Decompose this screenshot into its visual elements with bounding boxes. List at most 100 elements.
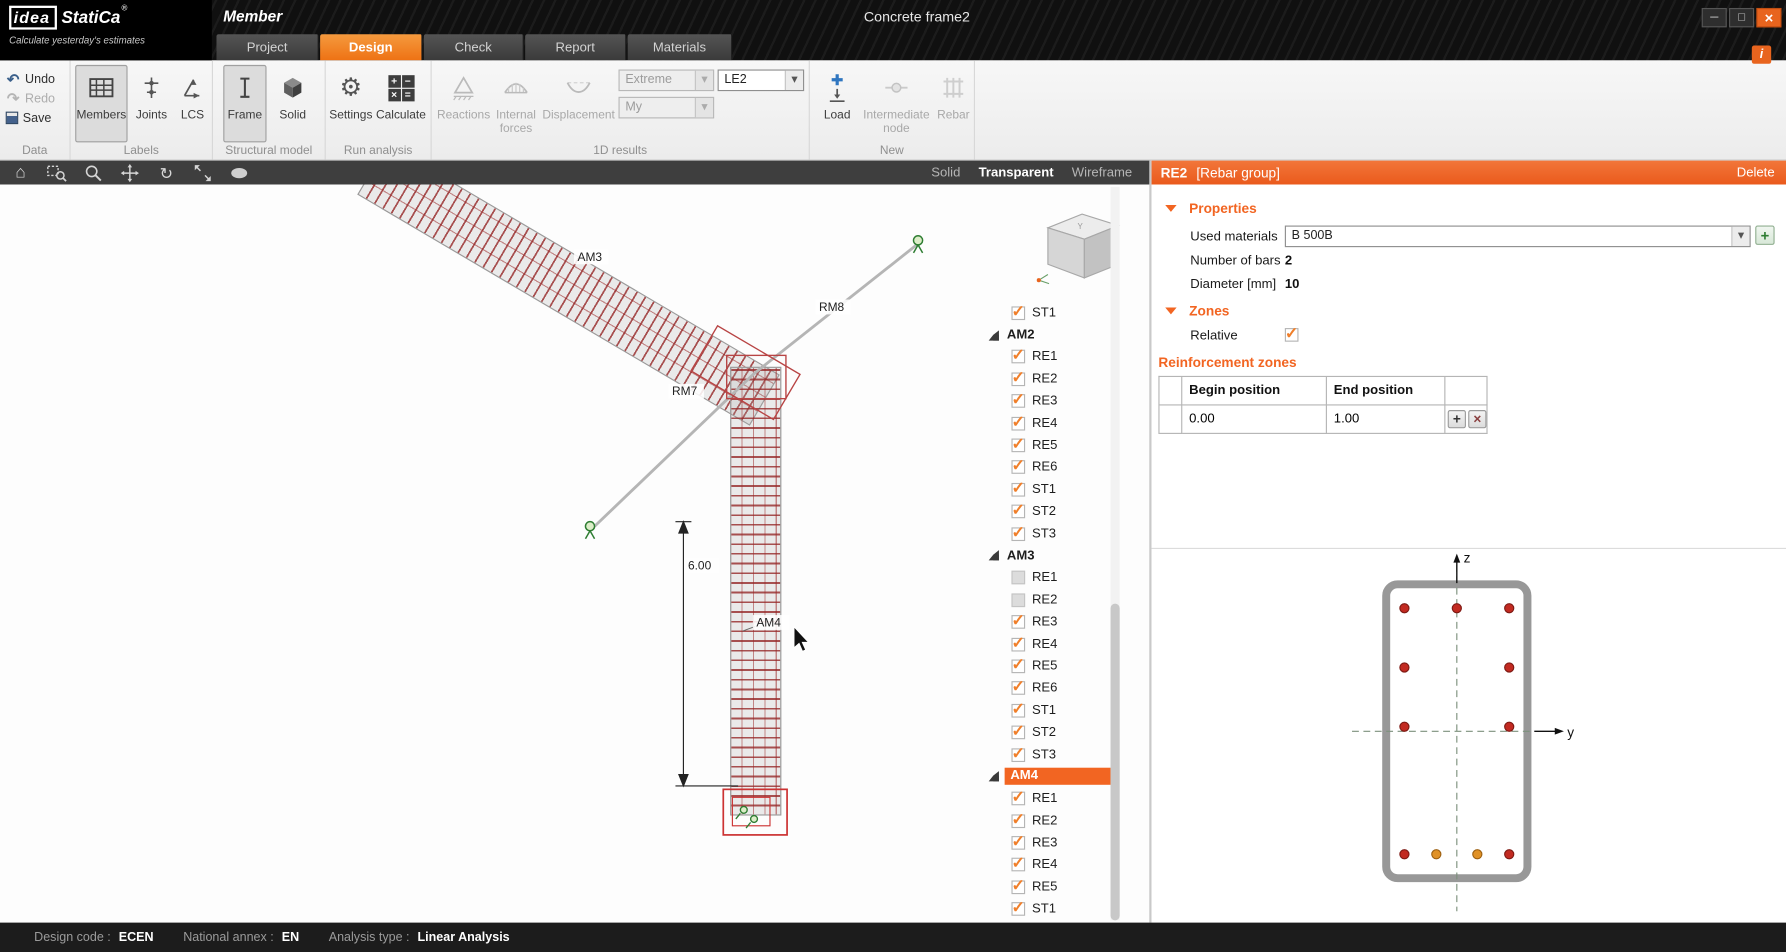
calculate-button[interactable]: Calculate	[375, 65, 427, 142]
maximize-button[interactable]: □	[1729, 8, 1754, 27]
checkbox[interactable]	[1011, 880, 1025, 894]
save-button[interactable]: Save	[6, 109, 52, 126]
collapse-icon[interactable]	[1165, 205, 1176, 212]
view-mode-transparent[interactable]: Transparent	[979, 166, 1054, 180]
checkbox[interactable]	[1011, 748, 1025, 762]
reactions-button[interactable]: Reactions	[439, 65, 489, 142]
tree-item-re5[interactable]: RE5	[982, 434, 1116, 456]
zoom-icon[interactable]	[82, 162, 105, 183]
intermediate-node-button[interactable]: Intermediate node	[860, 65, 933, 142]
load-case-select[interactable]: LE2	[718, 69, 805, 91]
load-button[interactable]: Load	[817, 65, 858, 142]
joints-button[interactable]: Joints	[130, 65, 173, 142]
checkbox[interactable]	[1011, 571, 1025, 585]
my-select[interactable]: My	[618, 97, 714, 119]
checkbox[interactable]	[1011, 483, 1025, 497]
tree-item-re6[interactable]: RE6	[982, 677, 1116, 699]
pan-icon[interactable]	[118, 162, 141, 183]
collapse-icon[interactable]	[1165, 308, 1176, 315]
tree-item-re2[interactable]: RE2	[982, 810, 1116, 832]
info-button[interactable]: i	[1752, 46, 1771, 64]
tree-item-re3[interactable]: RE3	[982, 390, 1116, 412]
checkbox[interactable]	[1011, 527, 1025, 541]
checkbox[interactable]	[1011, 792, 1025, 806]
properties-section-header[interactable]: Properties	[1165, 200, 1257, 216]
internal-forces-button[interactable]: Internal forces	[491, 65, 541, 142]
tree-item-st2[interactable]: ST2	[982, 501, 1116, 523]
tree-item-re4[interactable]: RE4	[982, 854, 1116, 876]
tree-item-re3[interactable]: RE3	[982, 611, 1116, 633]
tab-design[interactable]: Design	[320, 34, 423, 60]
tree-item-re6[interactable]: RE6	[982, 456, 1116, 478]
tree-item-re1[interactable]: RE1	[982, 567, 1116, 589]
tree-item-re5[interactable]: RE5	[982, 876, 1116, 898]
begin-position-cell[interactable]: 0.00	[1182, 405, 1327, 433]
zones-section-header[interactable]: Zones	[1165, 303, 1229, 319]
add-zone-button[interactable]	[1448, 410, 1466, 428]
tree-item-re4[interactable]: RE4	[982, 412, 1116, 434]
rebar-button[interactable]: Rebar	[935, 65, 971, 142]
checkbox[interactable]	[1011, 350, 1025, 364]
expander-icon[interactable]	[989, 330, 999, 340]
undo-button[interactable]: Undo	[6, 71, 55, 88]
checkbox[interactable]	[1011, 416, 1025, 430]
tree-group-am4[interactable]: AM4	[982, 766, 1116, 788]
remove-zone-button[interactable]	[1468, 410, 1486, 428]
used-materials-select[interactable]: B 500B	[1285, 226, 1751, 248]
view-mode-solid[interactable]: Solid	[931, 166, 960, 180]
frame-button[interactable]: Frame	[223, 65, 266, 142]
zoom-fit-icon[interactable]	[191, 162, 214, 183]
delete-button[interactable]: Delete	[1737, 166, 1775, 180]
model-viewport[interactable]: AM3 RM8 RM7 AM4 6.00 Y ST1AM2RE1RE2RE3RE…	[0, 185, 1150, 923]
tree-group-am2[interactable]: AM2	[982, 324, 1116, 346]
checkbox[interactable]	[1011, 615, 1025, 629]
settings-button[interactable]: Settings	[329, 65, 372, 142]
end-position-cell[interactable]: 1.00	[1327, 405, 1445, 433]
tree-item-re2[interactable]: RE2	[982, 589, 1116, 611]
members-button[interactable]: Members	[75, 65, 127, 142]
checkbox[interactable]	[1011, 682, 1025, 696]
tree-item-re3[interactable]: RE3	[982, 832, 1116, 854]
tree-item-re1[interactable]: RE1	[982, 788, 1116, 810]
tree-item-st3[interactable]: ST3	[982, 523, 1116, 545]
tree-item-re2[interactable]: RE2	[982, 368, 1116, 390]
tree-item-st3[interactable]: ST3	[982, 744, 1116, 766]
zoom-window-icon[interactable]	[46, 162, 69, 183]
checkbox[interactable]	[1011, 659, 1025, 673]
tree-group-am3[interactable]: AM3	[982, 545, 1116, 567]
row-selector[interactable]	[1160, 405, 1183, 433]
clipping-plane-icon[interactable]	[228, 162, 251, 183]
add-material-button[interactable]	[1755, 226, 1774, 245]
tree-item-st1[interactable]: ST1	[982, 898, 1116, 920]
tab-report[interactable]: Report	[525, 34, 626, 60]
close-button[interactable]: ×	[1756, 8, 1781, 27]
lcs-button[interactable]: LCS	[175, 65, 209, 142]
checkbox[interactable]	[1011, 593, 1025, 607]
diameter-value[interactable]: 10	[1285, 278, 1300, 292]
checkbox[interactable]	[1011, 814, 1025, 828]
checkbox[interactable]	[1011, 461, 1025, 475]
view-mode-wireframe[interactable]: Wireframe	[1072, 166, 1132, 180]
tree-scrollbar-thumb[interactable]	[1111, 604, 1120, 921]
tree-item-st1[interactable]: ST1	[982, 479, 1116, 501]
checkbox[interactable]	[1011, 637, 1025, 651]
solid-button[interactable]: Solid	[271, 65, 314, 142]
displacement-button[interactable]: Displacement	[543, 65, 614, 142]
relative-checkbox[interactable]	[1285, 328, 1299, 342]
checkbox[interactable]	[1011, 836, 1025, 850]
tree-item-re1[interactable]: RE1	[982, 346, 1116, 368]
tree-item-st1[interactable]: ST1	[982, 699, 1116, 721]
tab-materials[interactable]: Materials	[628, 34, 733, 60]
tree-item-re5[interactable]: RE5	[982, 655, 1116, 677]
checkbox[interactable]	[1011, 439, 1025, 453]
tree-item-st2[interactable]: ST2	[982, 721, 1116, 743]
checkbox[interactable]	[1011, 505, 1025, 519]
minimize-button[interactable]: ─	[1702, 8, 1727, 27]
redo-button[interactable]: Redo	[6, 90, 55, 107]
checkbox[interactable]	[1011, 726, 1025, 740]
checkbox[interactable]	[1011, 394, 1025, 408]
rotate-view-icon[interactable]	[155, 162, 178, 183]
tab-project[interactable]: Project	[216, 34, 319, 60]
checkbox[interactable]	[1011, 858, 1025, 872]
tab-check[interactable]: Check	[424, 34, 524, 60]
